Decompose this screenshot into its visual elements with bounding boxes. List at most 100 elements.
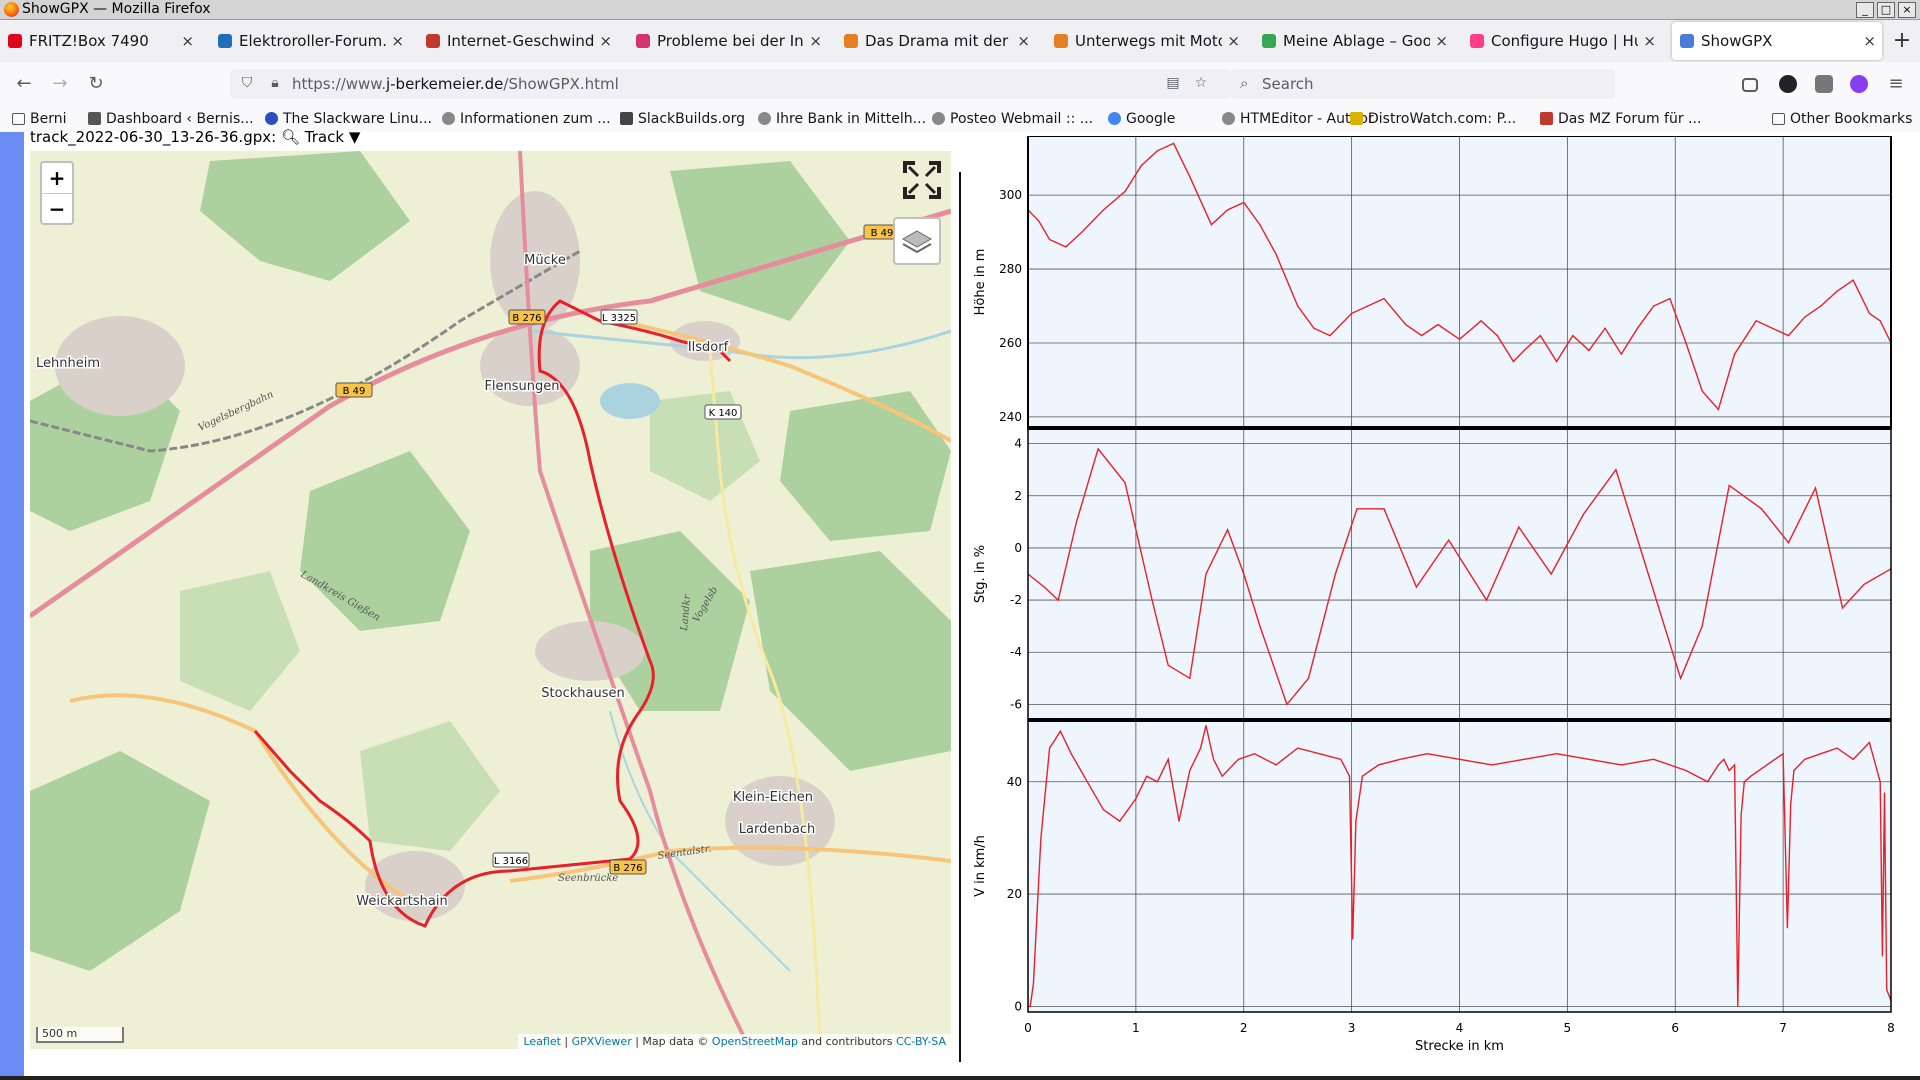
data-point bbox=[1868, 741, 1871, 744]
data-point bbox=[1685, 769, 1687, 772]
map-place-label: Mücke bbox=[524, 253, 566, 268]
tab-close-icon[interactable]: × bbox=[1863, 22, 1876, 60]
tab-favicon-icon bbox=[844, 34, 858, 48]
data-point bbox=[1173, 142, 1175, 144]
data-point bbox=[1787, 334, 1790, 337]
tab-close-icon[interactable]: × bbox=[599, 20, 612, 62]
tab-close-icon[interactable]: × bbox=[181, 20, 194, 62]
data-point bbox=[1318, 753, 1320, 755]
tab-3[interactable]: Internet-Geschwindigk × bbox=[418, 20, 618, 62]
map-view[interactable]: Mücke Lehnheim Flensungen Ilsdorf Stockhause… bbox=[30, 151, 951, 1049]
bookmark-item[interactable]: Google bbox=[1108, 106, 1175, 132]
data-point bbox=[1032, 983, 1034, 985]
bookmark-item[interactable]: Das MZ Forum für ... bbox=[1540, 106, 1701, 132]
leaflet-link[interactable]: Leaflet bbox=[523, 1035, 560, 1048]
fullscreen-icon[interactable] bbox=[903, 161, 941, 199]
bookmark-item[interactable]: DistroWatch.com: P... bbox=[1350, 106, 1516, 132]
track-zoom-icon[interactable]: 🔍︎ bbox=[281, 128, 300, 146]
data-point bbox=[1102, 209, 1105, 211]
account-avatar-icon[interactable] bbox=[1779, 75, 1797, 93]
forward-icon[interactable]: → bbox=[48, 72, 72, 96]
map-street-label: Seenbrücke bbox=[558, 873, 618, 884]
tab-5[interactable]: Das Drama mit der Ap × bbox=[836, 20, 1036, 62]
data-point bbox=[1205, 573, 1207, 575]
y-tick-label: 4 bbox=[1014, 437, 1022, 451]
data-point bbox=[1723, 758, 1725, 760]
license-link[interactable]: CC-BY-SA bbox=[896, 1035, 946, 1048]
bookmark-item[interactable]: SlackBuilds.org bbox=[620, 106, 745, 132]
shield-icon[interactable]: ⛉ bbox=[238, 74, 256, 92]
data-point bbox=[1448, 539, 1450, 541]
map-scale: 500 m bbox=[36, 1027, 124, 1043]
data-point bbox=[1383, 508, 1385, 510]
tab-8[interactable]: Configure Hugo | Hugo × bbox=[1462, 20, 1662, 62]
data-point bbox=[1048, 238, 1051, 241]
data-point bbox=[1057, 599, 1059, 601]
data-point bbox=[1539, 334, 1542, 337]
tab-close-icon[interactable]: × bbox=[1643, 20, 1656, 62]
new-tab-icon[interactable]: + bbox=[1890, 20, 1914, 62]
track-menu[interactable]: Track ▼ bbox=[305, 128, 361, 146]
data-point bbox=[1070, 753, 1072, 755]
google-icon bbox=[1108, 112, 1121, 125]
x-tick-label: 7 bbox=[1779, 1021, 1787, 1035]
tab-close-icon[interactable]: × bbox=[1017, 20, 1030, 62]
tab-close-icon[interactable]: × bbox=[809, 20, 822, 62]
bookmark-item[interactable]: Informationen zum ... bbox=[442, 106, 611, 132]
tab-bar: FRITZ!Box 7490×Elektroroller-Forum.de×In… bbox=[0, 20, 1920, 62]
data-point bbox=[1200, 747, 1202, 749]
close-window-icon[interactable]: × bbox=[1898, 2, 1916, 18]
layers-button[interactable] bbox=[893, 217, 941, 265]
url-text[interactable]: https://www.j-berkemeier.de/ShowGPX.html bbox=[292, 69, 619, 99]
data-point bbox=[1743, 781, 1745, 783]
data-point bbox=[1399, 758, 1401, 760]
map-attribution: Leaflet | GPXViewer | Map data © OpenStr… bbox=[518, 1034, 951, 1049]
slackbuilds-icon bbox=[620, 112, 633, 125]
data-point bbox=[1717, 408, 1719, 411]
tab-6[interactable]: Unterwegs mit Motorr × bbox=[1046, 20, 1246, 62]
back-icon[interactable]: ← bbox=[12, 72, 36, 96]
x-tick-label: 3 bbox=[1348, 1021, 1356, 1035]
map-place-label: Flensungen bbox=[484, 379, 559, 394]
y-axis-label: V in km/h bbox=[973, 835, 988, 897]
map-tiles[interactable]: Mücke Lehnheim Flensungen Ilsdorf Stockhause… bbox=[30, 151, 951, 1049]
bookmark-item[interactable]: Posteo Webmail :: ... bbox=[932, 106, 1093, 132]
reader-view-icon[interactable]: ▤ bbox=[1164, 74, 1182, 92]
tab-9[interactable]: ShowGPX × bbox=[1672, 22, 1882, 60]
extension-purple-icon[interactable] bbox=[1850, 75, 1868, 93]
gpxviewer-link[interactable]: GPXViewer bbox=[572, 1035, 632, 1048]
page-icon bbox=[88, 112, 101, 125]
url-bar[interactable]: ⛉ 🔒︎ https://www.j-berkemeier.de/ShowGPX… bbox=[230, 69, 1230, 99]
reload-icon[interactable]: ↻ bbox=[84, 72, 108, 96]
search-bar[interactable]: ⌕ Search bbox=[1230, 69, 1615, 99]
osm-link[interactable]: OpenStreetMap bbox=[712, 1035, 798, 1048]
tab-2[interactable]: Elektroroller-Forum.de × bbox=[210, 20, 410, 62]
extension-s-icon[interactable] bbox=[1815, 75, 1833, 93]
lock-icon[interactable]: 🔒︎ bbox=[266, 74, 284, 92]
tab-close-icon[interactable]: × bbox=[391, 20, 404, 62]
x-tick-label: 8 bbox=[1887, 1021, 1895, 1035]
tab-favicon-icon bbox=[636, 34, 650, 48]
data-point bbox=[1707, 781, 1709, 783]
tab-1[interactable]: FRITZ!Box 7490 × bbox=[0, 20, 200, 62]
tab-close-icon[interactable]: × bbox=[1435, 20, 1448, 62]
bookmark-star-icon[interactable]: ☆ bbox=[1192, 74, 1210, 92]
zoom-out-button[interactable]: − bbox=[42, 193, 72, 224]
tab-close-icon[interactable]: × bbox=[1227, 20, 1240, 62]
minimize-icon[interactable]: _ bbox=[1856, 2, 1874, 18]
tab-7[interactable]: Meine Ablage – Google × bbox=[1254, 20, 1454, 62]
bookmark-item[interactable]: Other Bookmarks bbox=[1772, 106, 1912, 132]
tab-label: ShowGPX bbox=[1701, 32, 1773, 50]
bottom-border bbox=[0, 1076, 1920, 1080]
hamburger-menu-icon[interactable]: ≡ bbox=[1884, 72, 1908, 96]
pocket-icon[interactable] bbox=[1742, 78, 1758, 92]
data-point bbox=[1755, 320, 1757, 322]
data-point bbox=[1253, 753, 1256, 755]
bookmark-label: Dashboard ‹ Bernis... bbox=[106, 111, 254, 127]
zoom-in-button[interactable]: + bbox=[42, 163, 72, 193]
data-point bbox=[1043, 586, 1045, 588]
bookmark-item[interactable]: Ihre Bank in Mittelh... bbox=[758, 106, 926, 132]
tab-4[interactable]: Probleme bei der Insta × bbox=[628, 20, 828, 62]
x-tick-label: 0 bbox=[1024, 1021, 1032, 1035]
maximize-icon[interactable]: □ bbox=[1877, 2, 1895, 18]
